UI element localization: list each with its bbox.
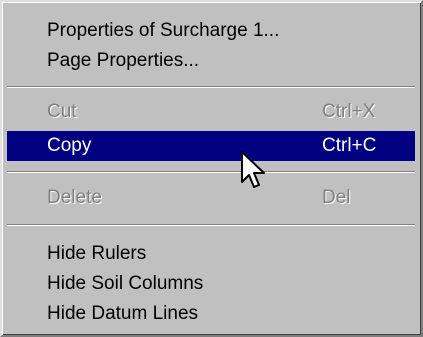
menu-item-label: Copy (47, 135, 92, 156)
menu-separator (7, 86, 415, 88)
menu-item-label: Hide Soil Columns (47, 273, 204, 294)
menu-item-delete[interactable]: Delete Del (7, 183, 415, 213)
menu-item-cut[interactable]: Cut Ctrl+X (7, 97, 415, 127)
menu-item-shortcut: Ctrl+C (322, 135, 377, 156)
menu-item-label: Page Properties... (47, 50, 200, 71)
menu-item-label: Properties of Surcharge 1... (47, 20, 280, 41)
menu-separator (7, 171, 415, 173)
menu-item-label: Cut (47, 101, 77, 122)
menu-item-label: Delete (47, 187, 102, 208)
menu-item-hide-rulers[interactable]: Hide Rulers (7, 239, 415, 269)
menu-separator (7, 224, 415, 226)
menu-item-label: Hide Rulers (47, 243, 147, 264)
menu-item-shortcut: Del (322, 187, 351, 208)
menu-item-hide-soil-columns[interactable]: Hide Soil Columns (7, 269, 415, 299)
menu-item-hide-datum-lines[interactable]: Hide Datum Lines (7, 299, 415, 329)
menu-item-properties-of-surcharge[interactable]: Properties of Surcharge 1... (7, 16, 415, 46)
menu-item-label: Hide Datum Lines (47, 303, 199, 324)
context-menu: Properties of Surcharge 1... Page Proper… (0, 0, 423, 337)
menu-item-page-properties[interactable]: Page Properties... (7, 46, 415, 76)
menu-item-copy[interactable]: Copy Ctrl+C (7, 131, 415, 161)
menu-item-shortcut: Ctrl+X (322, 101, 376, 122)
